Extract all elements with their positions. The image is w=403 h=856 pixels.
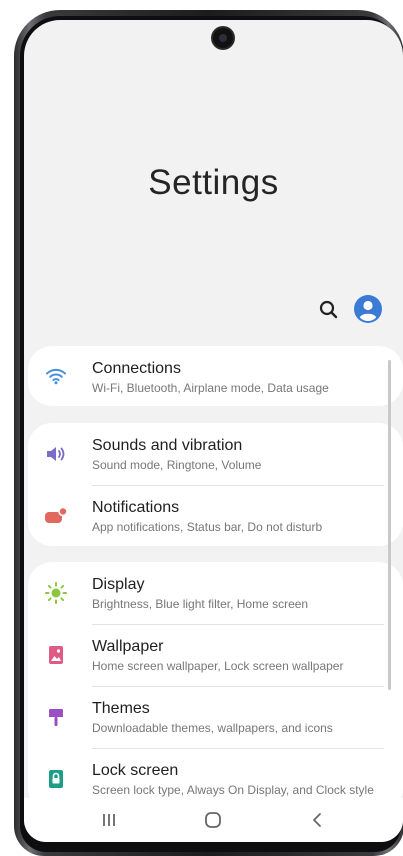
home-icon xyxy=(205,812,221,828)
themes-icon xyxy=(44,705,68,729)
page-title: Settings xyxy=(148,163,279,202)
settings-item-title: Themes xyxy=(92,700,150,717)
scrollbar[interactable] xyxy=(388,360,391,690)
notification-icon xyxy=(44,504,68,528)
wifi-icon xyxy=(44,364,68,388)
settings-item-subtitle: Home screen wallpaper, Lock screen wallp… xyxy=(92,659,344,673)
settings-item-notifications[interactable]: Notifications App notifications, Status … xyxy=(28,485,403,546)
speaker-icon xyxy=(44,442,68,466)
settings-item-subtitle: Screen lock type, Always On Display, and… xyxy=(92,783,374,797)
settings-item-title: Sounds and vibration xyxy=(92,437,243,454)
settings-item-title: Lock screen xyxy=(92,762,179,779)
settings-group-display: Display Brightness, Blue light filter, H… xyxy=(28,562,403,812)
lock-icon xyxy=(44,767,68,791)
settings-item-connections[interactable]: Connections Wi-Fi, Bluetooth, Airplane m… xyxy=(28,346,403,406)
back-button[interactable] xyxy=(297,808,337,832)
settings-item-title: Notifications xyxy=(92,499,180,516)
settings-item-subtitle: Downloadable themes, wallpapers, and ico… xyxy=(92,721,333,735)
recents-icon xyxy=(103,814,115,826)
settings-item-display[interactable]: Display Brightness, Blue light filter, H… xyxy=(28,562,403,624)
back-icon xyxy=(313,813,321,827)
settings-item-subtitle: Brightness, Blue light filter, Home scre… xyxy=(92,597,309,611)
search-icon xyxy=(319,300,338,319)
settings-item-subtitle: Wi-Fi, Bluetooth, Airplane mode, Data us… xyxy=(92,381,329,395)
wallpaper-icon xyxy=(44,643,68,667)
settings-item-wallpaper[interactable]: Wallpaper Home screen wallpaper, Lock sc… xyxy=(28,624,403,686)
screen: Settings Connections Wi-Fi, Bluetooth, A… xyxy=(24,20,403,842)
account-icon xyxy=(354,295,382,323)
settings-item-subtitle: Sound mode, Ringtone, Volume xyxy=(92,458,262,472)
settings-item-title: Wallpaper xyxy=(92,638,164,655)
settings-item-themes[interactable]: Themes Downloadable themes, wallpapers, … xyxy=(28,686,403,748)
home-button[interactable] xyxy=(193,808,233,832)
recents-button[interactable] xyxy=(89,808,129,832)
settings-item-sounds[interactable]: Sounds and vibration Sound mode, Rington… xyxy=(28,423,403,485)
settings-item-subtitle: App notifications, Status bar, Do not di… xyxy=(92,520,323,534)
brightness-icon xyxy=(44,581,68,605)
navigation-bar xyxy=(24,798,403,842)
profile-button[interactable] xyxy=(353,294,383,324)
settings-group-connections: Connections Wi-Fi, Bluetooth, Airplane m… xyxy=(28,346,403,406)
settings-item-title: Display xyxy=(92,576,145,593)
search-button[interactable] xyxy=(316,297,342,323)
settings-group-sounds: Sounds and vibration Sound mode, Rington… xyxy=(28,423,403,546)
front-camera xyxy=(213,28,233,48)
settings-item-title: Connections xyxy=(92,360,181,377)
